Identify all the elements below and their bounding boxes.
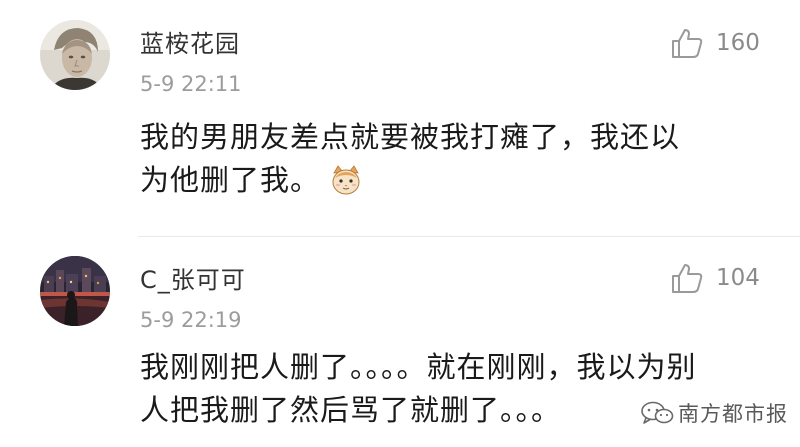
night-city-avatar-icon [40, 256, 110, 326]
comment-list: 蓝桉花园 5-9 22:11 160 我的男朋友差点就要被我打瘫了，我还以 为他… [0, 0, 800, 447]
comment-item: 蓝桉花园 5-9 22:11 160 我的男朋友差点就要被我打瘫了，我还以 为他… [0, 0, 800, 236]
comment-time: 5-9 22:11 [140, 72, 242, 96]
username[interactable]: 蓝桉花园 [140, 24, 240, 59]
like-button[interactable]: 160 [670, 25, 760, 61]
comment-time: 5-9 22:19 [140, 308, 242, 332]
comment-line: 我刚刚把人删了。。。。就在刚刚，我以为别 [140, 350, 697, 384]
like-count: 160 [716, 30, 760, 56]
comment-line-wrapper: 为他删了我。 [140, 159, 760, 202]
avatar[interactable] [40, 256, 110, 326]
watermark: 南方都市报 [640, 398, 788, 428]
avatar[interactable] [40, 20, 110, 90]
username[interactable]: C_张可可 [140, 260, 246, 295]
comment-text: 我的男朋友差点就要被我打瘫了，我还以 为他删了我。 [140, 116, 760, 202]
like-button[interactable]: 104 [670, 260, 760, 296]
thumbs-up-icon [672, 264, 703, 293]
portrait-avatar-icon [40, 20, 110, 90]
thumbs-up-icon [672, 29, 703, 58]
like-count: 104 [716, 265, 760, 291]
watermark-text: 南方都市报 [678, 402, 788, 426]
comment-divider [138, 236, 800, 237]
cat-face-emoji-icon [332, 165, 360, 195]
wechat-icon [641, 401, 674, 424]
comment-line: 为他删了我。 [140, 163, 321, 197]
comment-line: 我的男朋友差点就要被我打瘫了，我还以 [140, 120, 681, 154]
